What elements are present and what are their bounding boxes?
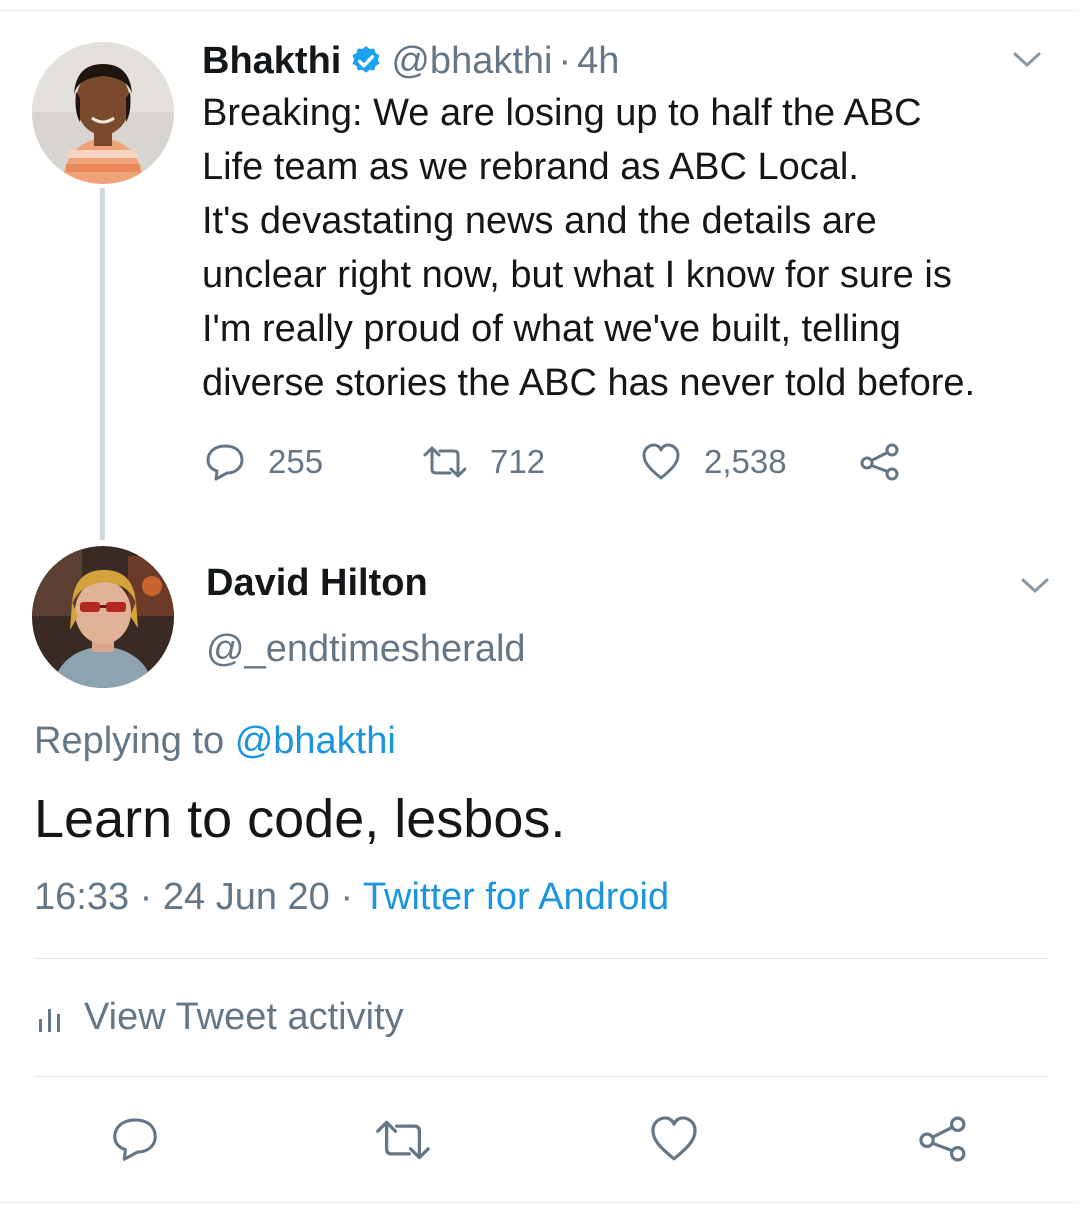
tweet-date: 24 Jun 20 xyxy=(162,876,330,918)
replying-prefix: Replying to xyxy=(34,720,225,762)
reply-tweet-text: Learn to code, lesbos. xyxy=(34,789,566,849)
tweet-timestamp: 16:33 xyxy=(34,876,130,918)
retweet-count: 712 xyxy=(490,443,546,480)
reply-icon xyxy=(206,444,244,481)
reply-author-name[interactable]: David Hilton xyxy=(206,562,428,605)
like-button[interactable]: 2,538 xyxy=(640,440,787,484)
like-icon xyxy=(651,1116,697,1161)
reply-icon xyxy=(113,1118,157,1161)
view-tweet-activity-button[interactable]: View Tweet activity xyxy=(38,996,404,1039)
retweet-button[interactable]: 712 xyxy=(422,440,545,484)
bhakthi-avatar[interactable] xyxy=(32,42,174,184)
retweet-icon xyxy=(423,446,467,478)
tweet-time[interactable]: 4h xyxy=(577,40,619,83)
author-name[interactable]: Bhakthi xyxy=(202,40,341,83)
chevron-down-icon[interactable] xyxy=(1020,576,1050,596)
tweet-line: unclear right now, but what I know for s… xyxy=(202,254,952,296)
header-separator: · xyxy=(558,39,572,82)
tweet-text: Breaking: We are losing up to half the A… xyxy=(202,86,1062,410)
like-icon xyxy=(642,443,680,480)
retweet-button[interactable] xyxy=(374,1118,432,1167)
like-button[interactable] xyxy=(648,1114,700,1169)
reply-button[interactable]: 255 xyxy=(204,440,323,484)
tweet-header: Bhakthi @bhakthi · 4h xyxy=(202,38,619,84)
replying-to: Replying to @bhakthi xyxy=(34,720,396,763)
verified-badge-icon xyxy=(349,44,383,78)
meta-separator: · xyxy=(340,876,354,918)
top-divider xyxy=(0,0,1079,11)
tweet-line: Life team as we rebrand as ABC Local. xyxy=(202,146,859,188)
meta-separator: · xyxy=(139,876,153,918)
reply-button[interactable] xyxy=(110,1114,160,1169)
view-tweet-activity-label: View Tweet activity xyxy=(84,996,404,1038)
chevron-down-icon[interactable] xyxy=(1012,50,1042,70)
tweet-meta: 16:33 · 24 Jun 20 · Twitter for Android xyxy=(34,876,669,919)
author-handle[interactable]: @bhakthi xyxy=(391,40,552,83)
tweet-line: I'm really proud of what we've built, te… xyxy=(202,308,901,350)
like-count: 2,538 xyxy=(704,443,787,480)
bottom-divider xyxy=(0,1202,1079,1203)
tweet-line: diverse stories the ABC has never told b… xyxy=(202,362,976,404)
david-hilton-avatar[interactable] xyxy=(32,546,174,688)
divider xyxy=(34,958,1048,959)
share-icon xyxy=(919,1116,966,1162)
share-button[interactable] xyxy=(858,440,924,484)
replying-mention-link[interactable]: @bhakthi xyxy=(235,720,396,762)
tweet-line: Breaking: We are losing up to half the A… xyxy=(202,92,922,134)
reply-author-handle[interactable]: @_endtimesherald xyxy=(206,628,526,671)
reply-count: 255 xyxy=(268,443,324,480)
share-button[interactable] xyxy=(916,1114,970,1169)
retweet-icon xyxy=(376,1120,430,1160)
divider xyxy=(34,1076,1048,1077)
tweet-line: It's devastating news and the details ar… xyxy=(202,200,877,242)
bar-chart-icon xyxy=(39,1008,60,1032)
thread-connector-line xyxy=(100,188,105,540)
tweet-source-link[interactable]: Twitter for Android xyxy=(363,876,669,918)
share-icon xyxy=(860,443,899,481)
